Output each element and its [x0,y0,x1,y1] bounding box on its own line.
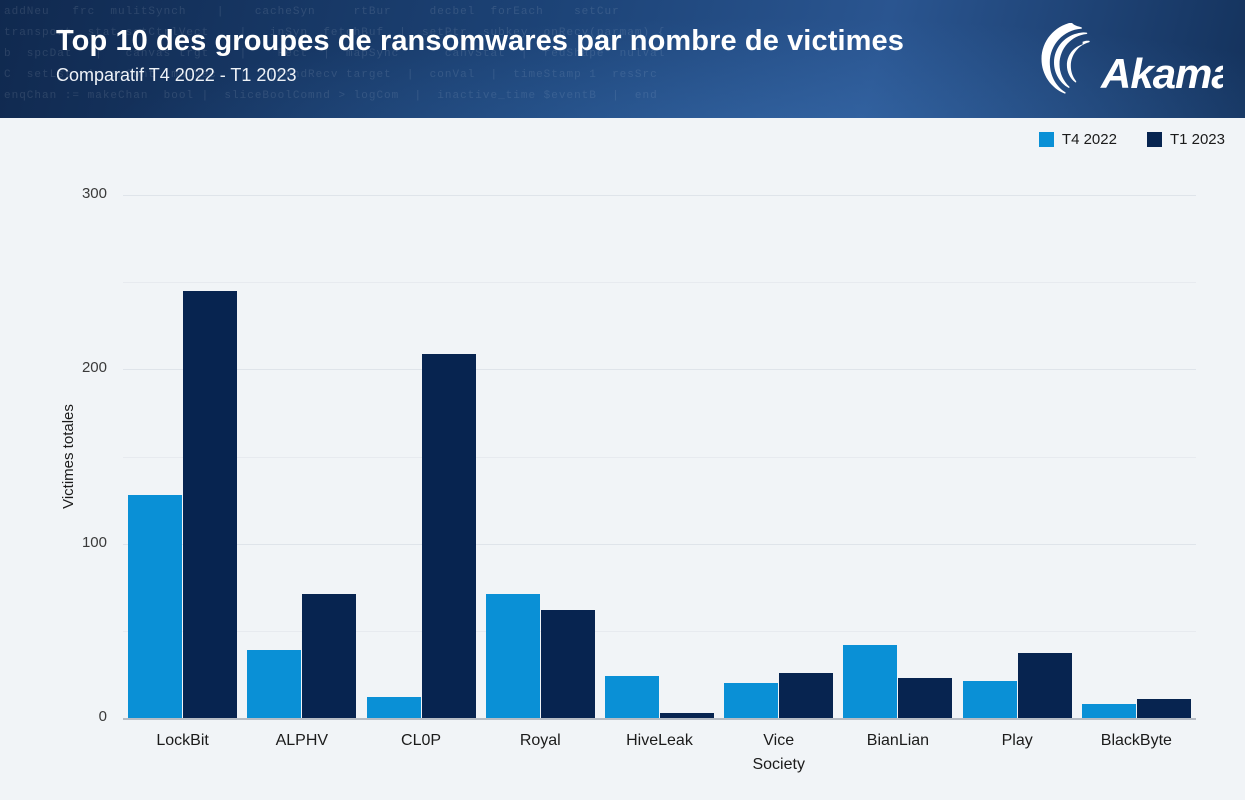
page-subtitle: Comparatif T4 2022 - T1 2023 [56,65,297,85]
bar-vice-society-q1-2023[interactable] [779,672,834,718]
gridline-minor [123,282,1196,284]
y-tick-label: 300 [81,185,107,202]
bar-alphv-q4-2022[interactable] [247,650,302,718]
gridline-minor [123,630,1196,632]
page-header: addNeu frc mulitSynch | cacheSyn rtBur d… [0,0,1245,118]
page-title: Top 10 des groupes de ransomwares par no… [56,25,904,57]
bar-play-q1-2023[interactable] [1017,653,1072,718]
svg-text:Akamai: Akamai [1100,50,1223,97]
bar-chart-plot-area: Victimes totales 0 100 200 300 LockBit ALPHV C… [0,118,1245,800]
y-axis-title: Victimes totales [60,404,77,509]
bar-blackbyte-q4-2022[interactable] [1081,704,1136,718]
y-tick-label: 200 [81,359,107,377]
y-tick-label: 0 [98,708,107,725]
gridline-minor [123,456,1196,458]
x-tick-label: Royal [519,732,561,749]
gridline-major [123,543,1196,545]
chart-panel: T4 2022 T1 2023 Victimes totales 0 100 200… [0,118,1245,800]
bar-play-q4-2022[interactable] [962,681,1017,718]
x-tick-label: Play [1001,732,1033,749]
bar-blackbyte-q1-2023[interactable] [1136,698,1191,718]
gridline-major [123,369,1196,371]
bar-hiveleak-q4-2022[interactable] [605,676,659,718]
bar-vice-society-q4-2022[interactable] [724,683,779,718]
x-tick-label: BlackByte [1100,732,1172,749]
x-axis-line [123,718,1196,720]
x-tick-label: LockBit [156,732,209,749]
bar-royal-q4-2022[interactable] [485,594,540,718]
x-tick-label: Vice Society [752,732,805,773]
bar-alphv-q1-2023[interactable] [302,594,357,718]
header-text-block: Top 10 des groupes de ransomwares par no… [56,24,904,87]
x-tick-label: CL0P [401,732,442,749]
x-tick-label: BianLian [866,732,930,749]
x-tick-label: HiveLeak [626,732,693,749]
bar-royal-q1-2023[interactable] [540,609,595,718]
bar-lockbit-q4-2022[interactable] [128,494,183,718]
bar-lockbit-q1-2023[interactable] [183,290,238,718]
x-tick-label: ALPHV [275,732,329,749]
bar-hiveleak-q1-2023[interactable] [660,712,714,718]
bar-cl0p-q4-2022[interactable] [366,697,421,718]
bar-bianlian-q1-2023[interactable] [898,677,953,718]
bar-cl0p-q1-2023[interactable] [421,353,476,718]
bar-bianlian-q4-2022[interactable] [843,644,898,718]
gridline-major [123,195,1196,196]
akamai-logo: Akamai [1027,16,1245,102]
y-tick-label: 100 [81,533,107,551]
